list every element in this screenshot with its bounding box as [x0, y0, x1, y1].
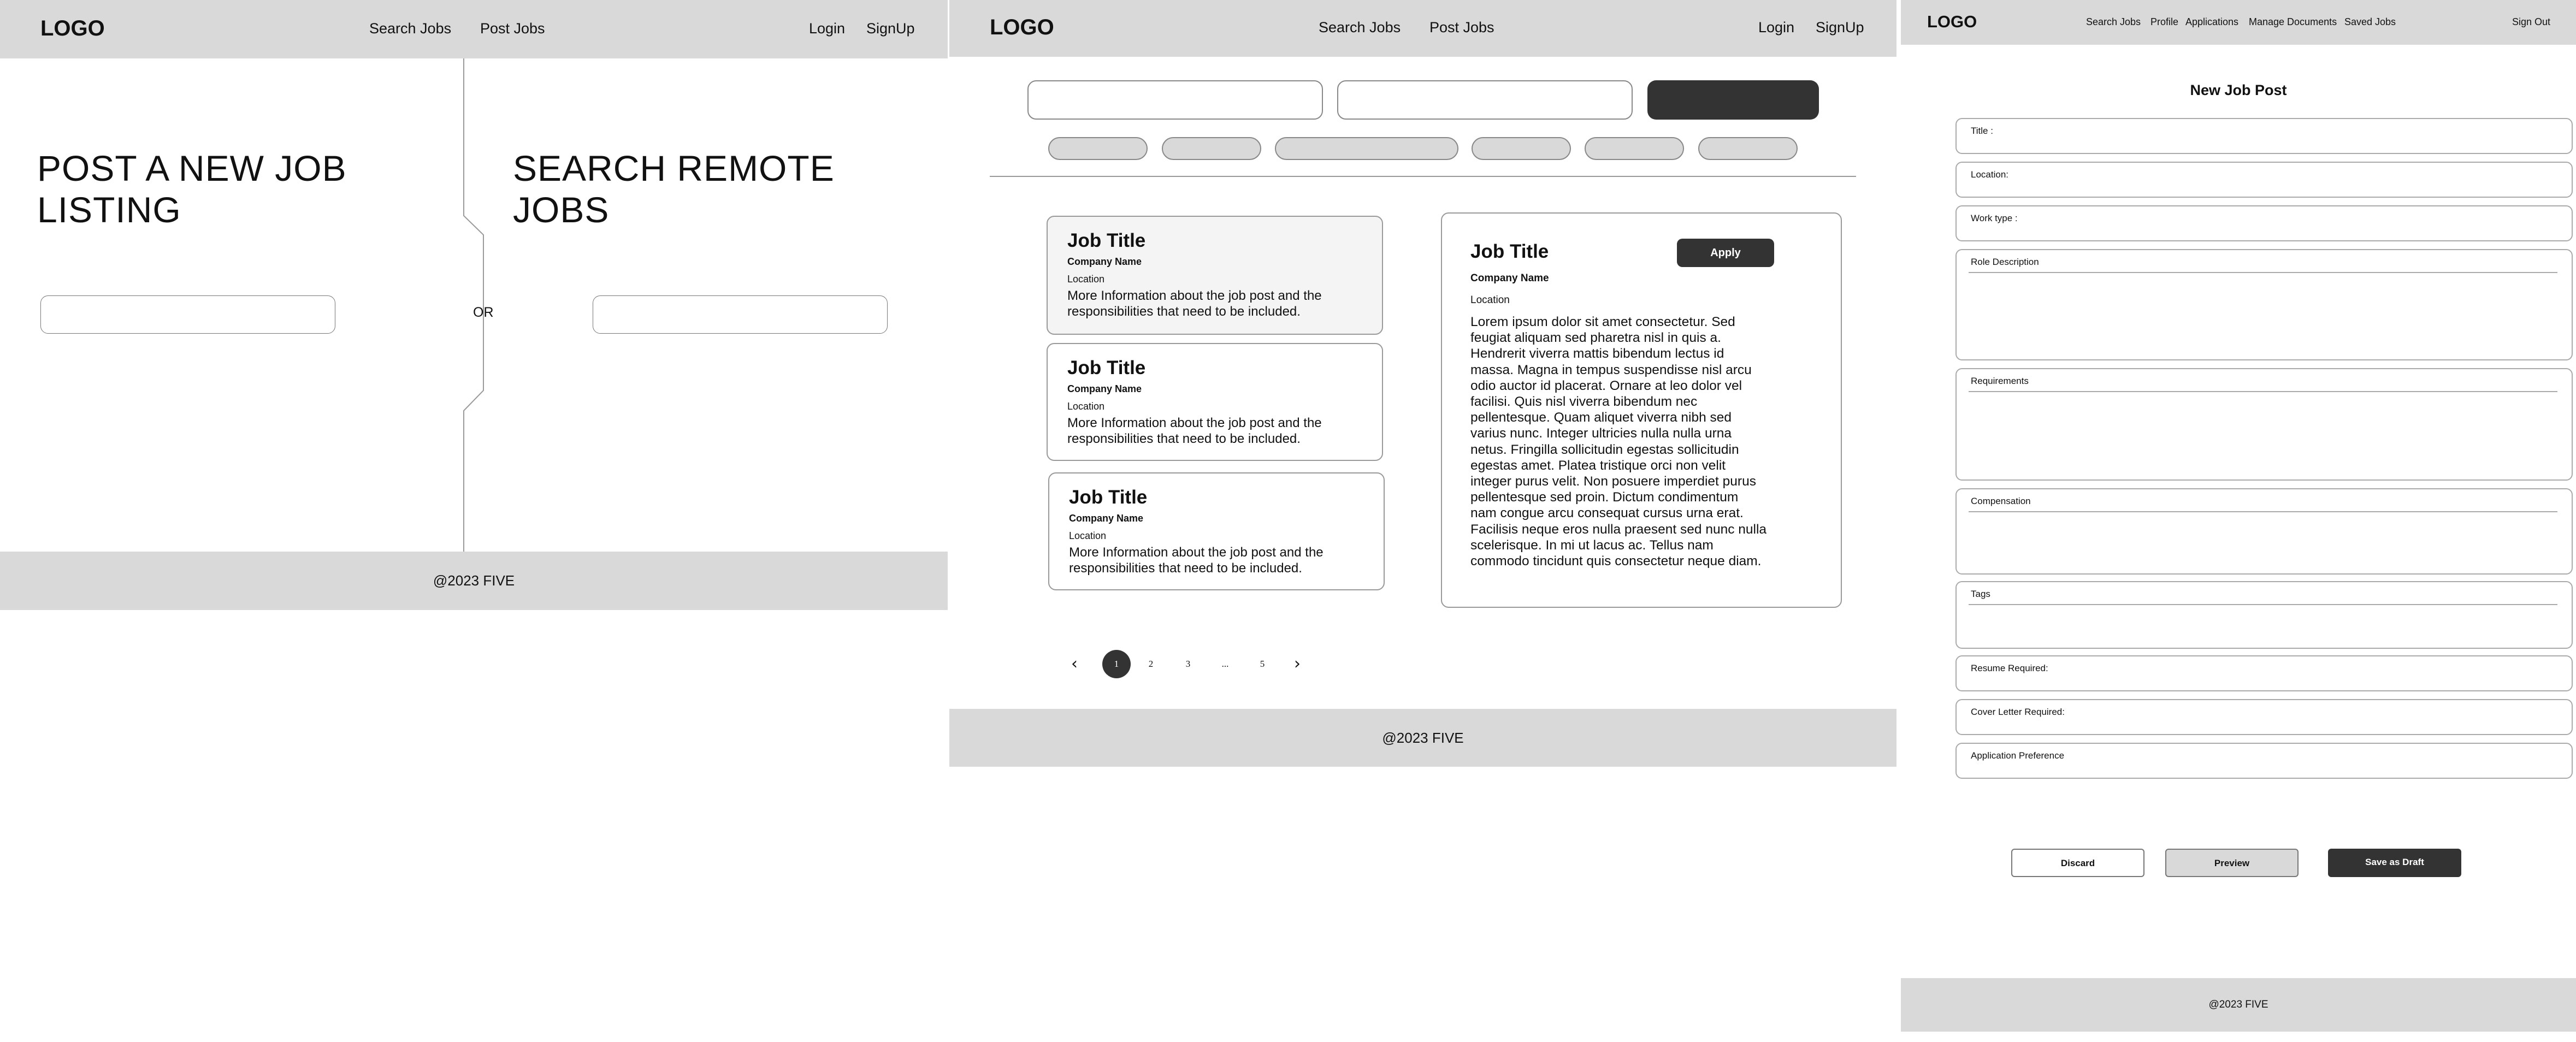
search-jobs-input[interactable]	[593, 295, 888, 334]
search-results-screen: LOGO Search Jobs Post Jobs Login SignUp …	[949, 0, 1896, 1042]
resume-required-field[interactable]: Resume Required:	[1955, 655, 2573, 691]
footer-copyright: @2023 FIVE	[2208, 999, 2268, 1010]
cover-letter-required-field[interactable]: Cover Letter Required:	[1955, 699, 2573, 735]
detail-description: Lorem ipsum dolor sit amet consectetur. …	[1470, 315, 1767, 569]
chevron-left-icon[interactable]: ‹	[1066, 650, 1083, 678]
search-button[interactable]	[1647, 80, 1819, 120]
detail-company-name: Company Name	[1470, 273, 1549, 284]
page-2-button[interactable]: 2	[1143, 650, 1159, 678]
job-card[interactable]: Job Title Company Name Location More Inf…	[1047, 216, 1383, 335]
signup-link[interactable]: SignUp	[1816, 19, 1864, 36]
job-title: Job Title	[1069, 487, 1148, 508]
field-label: Location:	[1971, 169, 2008, 180]
field-underline	[1969, 391, 2557, 392]
company-name: Company Name	[1067, 256, 1142, 267]
new-job-post-screen: LOGO Search Jobs Profile Applications Ma…	[1901, 0, 2576, 1042]
split-divider	[463, 58, 484, 552]
filter-chip[interactable]	[1585, 137, 1684, 160]
field-label: Tags	[1971, 589, 1990, 599]
sign-out-link[interactable]: Sign Out	[2512, 16, 2550, 28]
location-field[interactable]: Location:	[1955, 162, 2573, 198]
job-location: Location	[1067, 401, 1105, 412]
preview-button[interactable]: Preview	[2165, 849, 2299, 877]
job-card[interactable]: Job Title Company Name Location More Inf…	[1047, 343, 1383, 461]
field-label: Cover Letter Required:	[1971, 707, 2065, 717]
or-label: OR	[473, 305, 494, 320]
footer: @2023 FIVE	[949, 709, 1896, 767]
tags-field[interactable]: Tags	[1955, 581, 2573, 649]
field-label: Compensation	[1971, 496, 2031, 506]
field-label: Resume Required:	[1971, 663, 2048, 673]
nav-post-jobs[interactable]: Post Jobs	[1429, 19, 1494, 36]
chevron-right-icon[interactable]: ›	[1289, 650, 1305, 678]
location-search-input[interactable]	[1337, 80, 1633, 120]
filter-chip[interactable]	[1275, 137, 1458, 160]
logo[interactable]: LOGO	[990, 15, 1054, 40]
field-underline	[1969, 511, 2557, 512]
field-label: Work type :	[1971, 213, 2018, 223]
requirements-field[interactable]: Requirements	[1955, 368, 2573, 481]
application-preference-field[interactable]: Application Preference	[1955, 743, 2573, 779]
field-label: Role Description	[1971, 257, 2039, 267]
role-description-field[interactable]: Role Description	[1955, 249, 2573, 360]
job-description: More Information about the job post and …	[1069, 545, 1324, 576]
form-title: New Job Post	[2190, 82, 2287, 98]
field-underline	[1969, 604, 2557, 605]
logo[interactable]: LOGO	[1927, 12, 1977, 32]
field-underline	[1969, 272, 2557, 273]
job-title: Job Title	[1067, 230, 1146, 251]
filter-chip[interactable]	[1162, 137, 1261, 160]
nav-manage-documents[interactable]: Manage Documents	[2249, 16, 2337, 28]
footer-copyright: @2023 FIVE	[433, 572, 515, 589]
company-name: Company Name	[1069, 513, 1144, 524]
nav-saved-jobs[interactable]: Saved Jobs	[2344, 16, 2396, 28]
field-label: Title :	[1971, 126, 1993, 136]
apply-button[interactable]: Apply	[1677, 239, 1774, 267]
filter-chip[interactable]	[1698, 137, 1798, 160]
job-description: More Information about the job post and …	[1067, 416, 1322, 446]
footer: @2023 FIVE	[1901, 978, 2576, 1032]
job-location: Location	[1067, 274, 1105, 285]
company-name: Company Name	[1067, 383, 1142, 394]
filter-chip[interactable]	[1048, 137, 1148, 160]
footer-copyright: @2023 FIVE	[1382, 730, 1464, 746]
title-field[interactable]: Title :	[1955, 118, 2573, 154]
compensation-field[interactable]: Compensation	[1955, 488, 2573, 575]
footer: @2023 FIVE	[0, 552, 948, 610]
job-location: Location	[1069, 530, 1107, 541]
work-type-field[interactable]: Work type :	[1955, 205, 2573, 241]
landing-screen: LOGO Search Jobs Post Jobs Login SignUp …	[0, 0, 948, 1042]
nav-search-jobs[interactable]: Search Jobs	[2086, 16, 2141, 28]
detail-job-title: Job Title	[1470, 241, 1549, 262]
job-detail-panel: Job Title Apply Company Name Location Lo…	[1441, 212, 1842, 608]
filter-chip[interactable]	[1472, 137, 1571, 160]
field-label: Application Preference	[1971, 750, 2065, 761]
page-1-button[interactable]: 1	[1102, 650, 1131, 678]
detail-location: Location	[1470, 294, 1510, 306]
field-label: Requirements	[1971, 376, 2029, 386]
nav-profile[interactable]: Profile	[2150, 16, 2178, 28]
post-job-input[interactable]	[40, 295, 335, 334]
save-draft-button[interactable]: Save as Draft	[2328, 849, 2461, 877]
discard-button[interactable]: Discard	[2011, 849, 2144, 877]
nav-search-jobs[interactable]: Search Jobs	[1319, 19, 1401, 36]
top-nav-bar: LOGO Search Jobs Post Jobs Login SignUp	[949, 0, 1896, 57]
job-title: Job Title	[1067, 357, 1146, 378]
job-description: More Information about the job post and …	[1067, 288, 1322, 319]
page-3-button[interactable]: 3	[1180, 650, 1196, 678]
page-ellipsis: ...	[1221, 659, 1229, 669]
page-5-button[interactable]: 5	[1254, 650, 1271, 678]
post-job-heading: POST A NEW JOB LISTING	[37, 148, 347, 230]
nav-applications[interactable]: Applications	[2185, 16, 2238, 28]
search-jobs-heading: SEARCH REMOTE JOBS	[513, 148, 835, 230]
divider	[990, 176, 1856, 177]
job-card[interactable]: Job Title Company Name Location More Inf…	[1048, 472, 1385, 590]
top-nav-bar: LOGO Search Jobs Profile Applications Ma…	[1901, 0, 2576, 45]
keyword-search-input[interactable]	[1027, 80, 1323, 120]
login-link[interactable]: Login	[1758, 19, 1794, 36]
